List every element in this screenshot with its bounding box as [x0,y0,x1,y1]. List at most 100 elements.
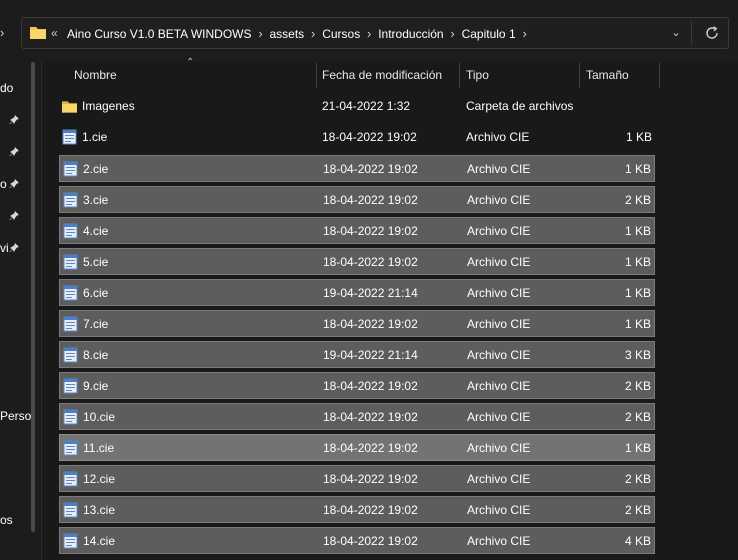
file-icon [63,347,78,363]
file-row[interactable]: 6.cie 19-04-2022 21:14 Archivo CIE 1 KB [59,279,655,306]
navigation-pane: do o vi Perso os [0,62,42,560]
file-row[interactable]: 1.cie 18-04-2022 19:02 Archivo CIE 1 KB [59,124,655,151]
file-name: 3.cie [83,193,109,207]
file-type: Archivo CIE [467,534,531,548]
file-type: Archivo CIE [466,130,530,144]
file-row[interactable]: 14.cie 18-04-2022 19:02 Archivo CIE 4 KB [59,527,655,554]
file-name: 14.cie [83,534,116,548]
pin-icon[interactable] [9,178,20,189]
nav-item-label[interactable]: Perso [0,409,31,423]
file-icon [62,129,77,145]
file-icon [63,254,78,270]
nav-scrollbar[interactable] [31,62,35,532]
chevron-right-icon[interactable]: › [444,26,462,42]
file-date: 19-04-2022 21:14 [323,348,418,362]
file-name: 8.cie [83,348,109,362]
file-date: 21-04-2022 1:32 [322,99,411,113]
chevron-right-icon[interactable]: › [0,25,10,41]
file-date: 18-04-2022 19:02 [323,224,418,238]
file-row[interactable]: 4.cie 18-04-2022 19:02 Archivo CIE 1 KB [59,217,655,244]
file-date: 18-04-2022 19:02 [323,379,418,393]
breadcrumb-item[interactable]: Introducción [378,26,443,42]
address-bar[interactable]: « Aino Curso V1.0 BETA WINDOWS › assets … [21,17,729,49]
file-type: Carpeta de archivos [466,99,574,113]
chevron-down-icon[interactable]: ⌄ [669,26,683,40]
folder-icon [62,101,77,113]
pin-icon[interactable] [9,210,20,221]
column-header-size[interactable]: Tamaño [586,62,629,88]
file-icon [63,316,78,332]
file-icon [63,161,78,177]
file-icon [63,471,78,487]
file-name: 4.cie [83,224,109,238]
file-date: 18-04-2022 19:02 [323,317,418,331]
column-header-type[interactable]: Tipo [466,62,489,88]
column-header-date[interactable]: Fecha de modificación [322,62,442,88]
pin-icon[interactable] [9,114,20,125]
pane-divider[interactable] [41,62,42,560]
file-size: 1 KB [624,286,651,300]
file-type: Archivo CIE [467,348,531,362]
file-date: 18-04-2022 19:02 [323,441,418,455]
breadcrumb-item[interactable]: Capitulo 1 [462,26,516,42]
file-row[interactable]: 2.cie 18-04-2022 19:02 Archivo CIE 1 KB [59,155,655,182]
file-row[interactable]: 5.cie 18-04-2022 19:02 Archivo CIE 1 KB [59,248,655,275]
file-type: Archivo CIE [467,379,531,393]
file-icon [63,409,78,425]
file-row[interactable]: 11.cie 18-04-2022 19:02 Archivo CIE 1 KB [59,434,655,461]
chevron-right-icon[interactable]: › [252,26,270,42]
pin-icon[interactable] [9,146,20,157]
file-date: 18-04-2022 19:02 [323,255,418,269]
file-row[interactable]: 10.cie 18-04-2022 19:02 Archivo CIE 2 KB [59,403,655,430]
file-type: Archivo CIE [467,286,531,300]
file-name: 7.cie [83,317,109,331]
breadcrumb-overflow-button[interactable]: « [51,25,58,41]
column-divider[interactable] [459,62,460,88]
file-date: 19-04-2022 21:14 [323,286,418,300]
nav-item-label[interactable]: vi [0,241,9,255]
file-name: 1.cie [82,130,108,144]
file-icon [63,440,78,456]
file-type: Archivo CIE [467,410,531,424]
file-date: 18-04-2022 19:02 [322,130,417,144]
file-name: 10.cie [83,410,116,424]
file-name: 12.cie [83,472,116,486]
file-row[interactable]: 8.cie 19-04-2022 21:14 Archivo CIE 3 KB [59,341,655,368]
file-type: Archivo CIE [467,317,531,331]
breadcrumb-item[interactable]: assets [270,26,305,42]
file-size: 2 KB [624,193,651,207]
file-type: Archivo CIE [467,255,531,269]
chevron-right-icon[interactable]: › [304,26,322,42]
column-divider[interactable] [579,62,580,88]
nav-item-label[interactable]: o [0,177,7,191]
file-row[interactable]: 7.cie 18-04-2022 19:02 Archivo CIE 1 KB [59,310,655,337]
refresh-icon[interactable] [704,25,720,41]
pin-icon[interactable] [9,242,20,253]
breadcrumb-item[interactable]: Aino Curso V1.0 BETA WINDOWS [67,26,252,42]
column-header-name[interactable]: Nombre [74,62,117,88]
file-row[interactable]: Imagenes 21-04-2022 1:32 Carpeta de arch… [59,93,655,120]
file-type: Archivo CIE [467,162,531,176]
file-size: 4 KB [624,534,651,548]
chevron-right-icon[interactable]: › [516,26,534,42]
file-size: 1 KB [624,224,651,238]
file-icon [63,502,78,518]
column-divider[interactable] [316,62,317,88]
address-toolbar: › « Aino Curso V1.0 BETA WINDOWS › asset… [0,0,738,62]
file-row[interactable]: 13.cie 18-04-2022 19:02 Archivo CIE 2 KB [59,496,655,523]
file-row[interactable]: 9.cie 18-04-2022 19:02 Archivo CIE 2 KB [59,372,655,399]
divider [691,21,692,45]
file-name: 9.cie [83,379,109,393]
file-row[interactable]: 3.cie 18-04-2022 19:02 Archivo CIE 2 KB [59,186,655,213]
nav-item-label[interactable]: do [0,81,13,95]
file-icon [63,533,78,549]
breadcrumb-item[interactable]: Cursos [322,26,360,42]
column-divider[interactable] [659,62,660,88]
file-size: 2 KB [624,410,651,424]
chevron-right-icon[interactable]: › [360,26,378,42]
file-type: Archivo CIE [467,224,531,238]
file-row[interactable]: 12.cie 18-04-2022 19:02 Archivo CIE 2 KB [59,465,655,492]
file-type: Archivo CIE [467,503,531,517]
nav-item-label[interactable]: os [0,513,13,527]
file-size: 2 KB [624,379,651,393]
